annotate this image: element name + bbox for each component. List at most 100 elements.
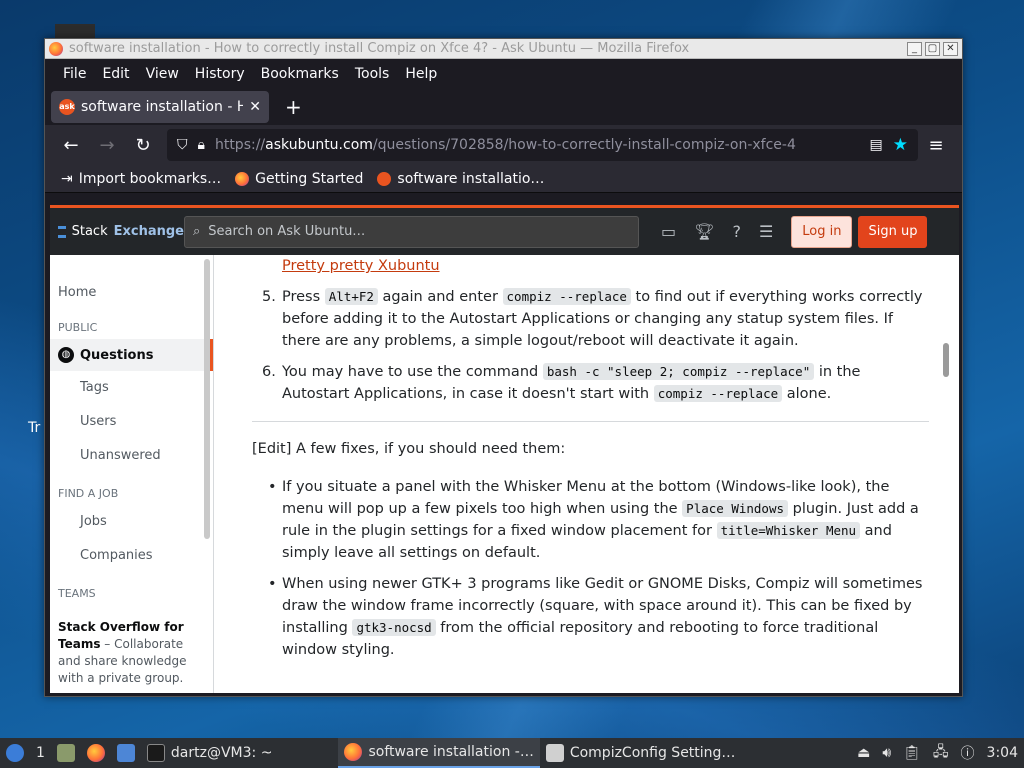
desktop-icon-label[interactable]: Tr: [28, 420, 40, 436]
menu-file[interactable]: File: [63, 66, 86, 82]
taskbar-ccsm[interactable]: CompizConfig Setting…: [540, 738, 742, 768]
clipboard-icon[interactable]: 📋︎: [903, 745, 921, 761]
teams-promo: Stack Overflow for Teams – Collaborate a…: [58, 619, 209, 687]
sidebar-scrollbar[interactable]: [204, 259, 210, 539]
tab-close-icon[interactable]: ✕: [249, 99, 261, 115]
whisker-menu-button[interactable]: [0, 738, 30, 768]
taskbar-terminal-label: dartz@VM3: ~: [170, 745, 273, 761]
bullet: •: [268, 576, 277, 592]
taskbar-firefox[interactable]: software installation -…: [338, 738, 540, 768]
firefox-icon: [86, 744, 105, 762]
code-bash-command: bash -c "sleep 2; compiz --replace": [542, 363, 815, 380]
divider: [252, 421, 929, 422]
bookmark-import-label: Import bookmarks…: [78, 170, 222, 187]
menubar: File Edit View History Bookmarks Tools H…: [45, 59, 962, 89]
stackexchange-logo[interactable]: Stack Exchange: [58, 224, 184, 239]
menu-help[interactable]: Help: [405, 66, 437, 82]
sidebar-section-find-a-job: FIND A JOB: [58, 487, 119, 500]
globe-icon: ◍: [58, 347, 74, 363]
menu-tools[interactable]: Tools: [355, 66, 390, 82]
close-window-button[interactable]: ✕: [943, 41, 958, 56]
minimize-button[interactable]: _: [907, 41, 922, 56]
desktop-icon: [116, 744, 135, 762]
help-icon[interactable]: ?: [732, 222, 741, 241]
hamburger-menu-icon[interactable]: ≡: [918, 135, 954, 156]
bookmark-star-icon[interactable]: ★: [893, 135, 908, 155]
volume-icon[interactable]: 🔊︎: [882, 745, 891, 761]
page-scrollbar[interactable]: [943, 343, 949, 377]
sidebar-item-unanswered[interactable]: Unanswered: [50, 439, 213, 473]
workspace-switcher[interactable]: 1: [30, 738, 51, 768]
list-number: 5.: [262, 289, 276, 305]
url-path: /questions/702858/how-to-correctly-insta…: [372, 137, 796, 153]
window-titlebar[interactable]: software installation - How to correctly…: [45, 39, 962, 59]
ordered-list: 5. Press Alt+F2 again and enter compiz -…: [262, 286, 929, 405]
sidebar-item-users[interactable]: Users: [50, 405, 213, 439]
sidebar-item-questions-label: Questions: [80, 347, 154, 363]
menu-history[interactable]: History: [195, 66, 245, 82]
xfce-logo-icon: [6, 744, 24, 762]
menu-view[interactable]: View: [146, 66, 179, 82]
bookmark-import[interactable]: ⇥ Import bookmarks…: [61, 171, 221, 187]
firefox-launcher[interactable]: [81, 738, 111, 768]
taskbar-terminal[interactable]: dartz@VM3: ~: [141, 738, 279, 768]
sidebar-item-home[interactable]: Home: [50, 255, 213, 317]
answer-body: Pretty pretty Xubuntu 5. Press Alt+F2 ag…: [214, 255, 959, 693]
site-switcher-icon[interactable]: ☰: [759, 222, 773, 241]
askubuntu-favicon: ask: [59, 99, 75, 115]
signup-button[interactable]: Sign up: [858, 215, 928, 248]
code-gtk3-nocsd: gtk3-nocsd: [352, 619, 436, 636]
bookmark-getting-started[interactable]: Getting Started: [235, 171, 363, 187]
pretty-xubuntu-link[interactable]: Pretty pretty Xubuntu: [282, 258, 440, 274]
web-page: Stack Exchange ⌕ Search on Ask Ubuntu… ▭ …: [50, 205, 959, 693]
firefox-icon: [49, 41, 63, 56]
list-item: 5. Press Alt+F2 again and enter compiz -…: [262, 286, 929, 352]
network-icon[interactable]: 🖧: [933, 741, 949, 765]
maximize-button[interactable]: ▢: [925, 41, 940, 56]
bookmarks-toolbar: ⇥ Import bookmarks… Getting Started soft…: [45, 165, 962, 193]
text: Press: [282, 289, 325, 305]
search-placeholder: Search on Ask Ubuntu…: [208, 224, 366, 239]
menu-bookmarks[interactable]: Bookmarks: [261, 66, 339, 82]
file-manager-launcher[interactable]: [51, 738, 81, 768]
sidebar-item-questions[interactable]: ◍ Questions: [50, 339, 213, 371]
lock-icon[interactable]: 🔒︎: [198, 137, 205, 153]
code-whisker-title: title=Whisker Menu: [716, 522, 861, 539]
menu-edit[interactable]: Edit: [102, 66, 129, 82]
trophy-icon[interactable]: 🏆︎: [694, 222, 714, 241]
code-compiz-replace: compiz --replace: [653, 385, 783, 402]
back-arrow-icon[interactable]: ←: [53, 135, 89, 156]
updates-icon[interactable]: ⏏: [857, 745, 870, 761]
notification-icon[interactable]: ⓘ: [961, 743, 975, 763]
url-text[interactable]: https://askubuntu.com/questions/702858/h…: [215, 137, 860, 153]
new-tab-button[interactable]: +: [285, 95, 302, 119]
stackexchange-topbar: Stack Exchange ⌕ Search on Ask Ubuntu… ▭ …: [50, 205, 959, 255]
sidebar-item-companies[interactable]: Companies: [50, 539, 213, 573]
logo-text-exchange: Exchange: [113, 224, 184, 239]
tab-active[interactable]: ask software installation - How to ✕: [51, 91, 269, 123]
reload-icon[interactable]: ↻: [125, 135, 161, 156]
bookmark-getting-started-label: Getting Started: [255, 170, 364, 187]
bookmark-software-installation-label: software installatio…: [397, 170, 545, 187]
sidebar-item-tags[interactable]: Tags: [50, 371, 213, 405]
clock[interactable]: 3:04: [987, 745, 1018, 761]
login-button[interactable]: Log in: [791, 215, 853, 248]
inbox-icon[interactable]: ▭: [661, 222, 676, 241]
firefox-bookmark-icon: [235, 171, 250, 186]
text: You may have to use the command: [282, 364, 543, 380]
search-icon: ⌕: [193, 224, 201, 239]
forward-arrow-icon[interactable]: →: [89, 135, 125, 156]
shield-icon[interactable]: ⛉: [177, 137, 188, 153]
show-desktop-button[interactable]: [111, 738, 141, 768]
firefox-icon: [344, 743, 363, 761]
code-place-windows: Place Windows: [682, 500, 789, 517]
edit-paragraph: [Edit] A few fixes, if you should need t…: [252, 441, 566, 457]
tab-strip: ask software installation - How to ✕ +: [45, 89, 962, 125]
sidebar-item-jobs[interactable]: Jobs: [50, 505, 213, 539]
navigation-toolbar: ← → ↻ ⛉ 🔒︎ https://askubuntu.com/questio…: [45, 125, 962, 165]
url-bar[interactable]: ⛉ 🔒︎ https://askubuntu.com/questions/702…: [167, 129, 918, 161]
site-search-input[interactable]: ⌕ Search on Ask Ubuntu…: [184, 215, 639, 248]
bookmark-software-installation[interactable]: software installatio…: [377, 171, 544, 187]
list-item: 6. You may have to use the command bash …: [262, 361, 929, 405]
reader-view-icon[interactable]: ▤: [870, 137, 883, 153]
